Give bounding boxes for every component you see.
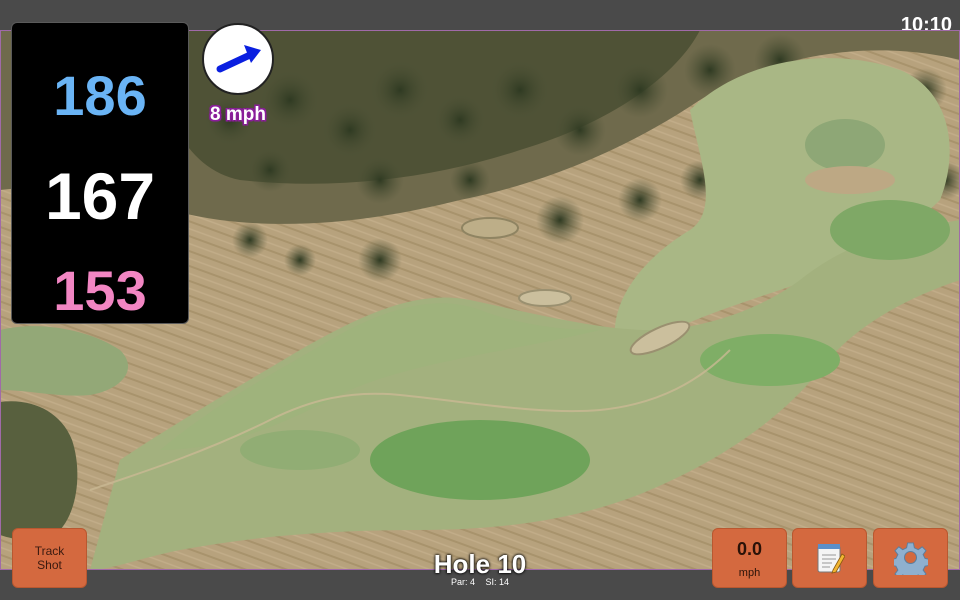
- hole-par: Par: 4: [450, 577, 475, 587]
- hole-title[interactable]: Hole 10: [380, 549, 580, 580]
- wind-dial[interactable]: [202, 23, 274, 95]
- settings-button[interactable]: [873, 528, 948, 588]
- distance-panel: 186 167 153: [11, 22, 189, 324]
- track-shot-label-line2: Shot: [37, 558, 62, 572]
- wind-arrow-icon: [216, 45, 261, 73]
- speed-button[interactable]: 0.0 mph: [712, 528, 787, 588]
- track-shot-button[interactable]: Track Shot: [12, 528, 87, 588]
- notes-button[interactable]: [792, 528, 867, 588]
- hole-stroke-index: SI: 14: [485, 577, 510, 587]
- hole-meta: Par: 4 SI: 14: [380, 577, 580, 587]
- back-distance: 186: [53, 64, 147, 127]
- middle-distance: 167: [44, 159, 156, 233]
- golf-gps-screen: 10:10 186 167 153 8 mph Track Shot Hole …: [0, 0, 960, 600]
- gear-icon: [893, 542, 928, 575]
- track-shot-label-line1: Track: [34, 544, 65, 558]
- speed-value: 0.0: [736, 539, 763, 559]
- wind-speed: 8 mph: [210, 104, 266, 125]
- front-distance: 153: [53, 259, 147, 322]
- notepad-icon: [817, 544, 845, 574]
- speed-unit: mph: [738, 567, 761, 579]
